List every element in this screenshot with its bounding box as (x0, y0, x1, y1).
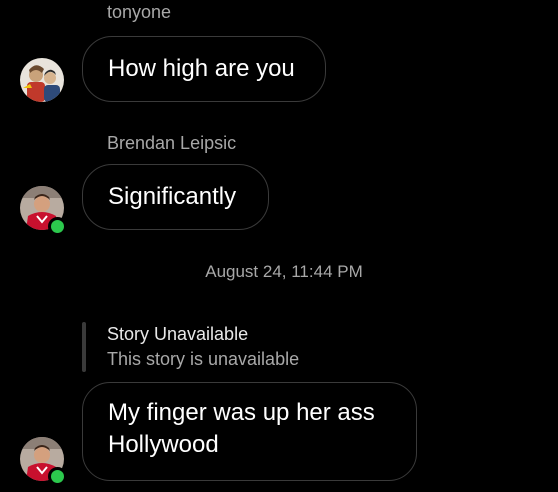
online-status-icon (48, 217, 67, 236)
sender-name: tonyone (107, 2, 172, 22)
message-text-line: My finger was up her ass (108, 399, 375, 426)
message-timestamp: August 24, 11:44 PM (205, 262, 363, 281)
message-bubble[interactable]: How high are you (82, 36, 326, 102)
story-unavailable-title: Story Unavailable (107, 324, 249, 344)
cartoon-avatar-icon[interactable] (20, 58, 64, 102)
online-status-icon (48, 467, 67, 486)
story-unavailable-subtitle: This story is unavailable (107, 349, 300, 369)
story-reply-bar (82, 322, 86, 372)
message-bubble[interactable]: My finger was up her ass Hollywood (82, 382, 417, 481)
message-text: Significantly (108, 183, 237, 210)
message-bubble[interactable]: Significantly (82, 164, 269, 230)
message-text: How high are you (108, 55, 295, 82)
message-text-line: Hollywood (108, 431, 219, 458)
sender-name: Brendan Leipsic (107, 133, 237, 153)
